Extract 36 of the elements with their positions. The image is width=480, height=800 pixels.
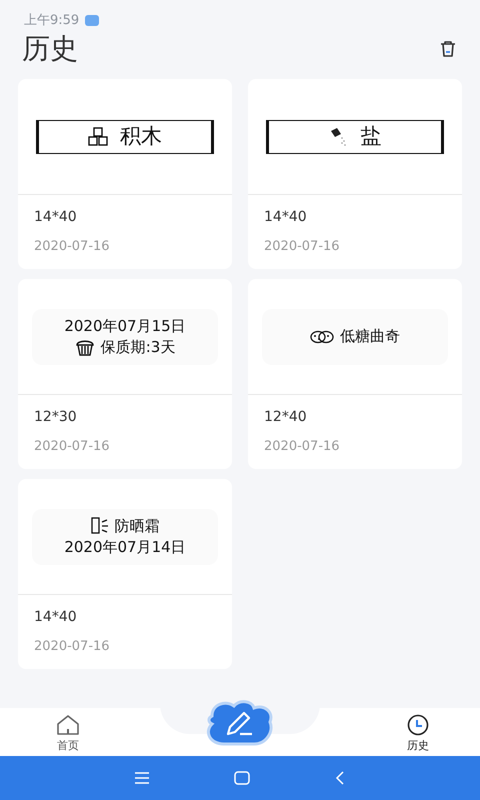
label-card[interactable]: 盐 14*40 2020-07-16 (248, 79, 462, 269)
menu-icon[interactable] (134, 772, 150, 784)
nav-tab[interactable]: 历史 (406, 708, 430, 756)
label-card[interactable]: 防晒霜 2020年07月14日 14*40 2020-07-16 (18, 479, 232, 669)
label-date: 2020-07-16 (264, 439, 341, 454)
label-date: 2020-07-16 (264, 239, 341, 254)
label-size: 14*40 (34, 609, 78, 625)
home-icon (56, 714, 80, 736)
label-date: 2020-07-16 (34, 439, 111, 454)
status-time: 上午9:59 (24, 12, 80, 29)
home-square-icon[interactable] (234, 771, 250, 785)
nav-tab[interactable]: 首页 (56, 708, 80, 756)
label-size: 12*40 (264, 409, 308, 425)
label-text: 防晒霜 (114, 516, 160, 536)
label-text: 盐 (360, 123, 382, 150)
label-text: 2020年07月14日 (64, 536, 186, 557)
page-title: 历史 (22, 31, 78, 67)
label-text: 积木 (120, 123, 162, 150)
label-date: 2020-07-16 (34, 239, 111, 254)
clock-icon (406, 714, 430, 736)
blocks-icon (88, 126, 108, 146)
label-size: 12*30 (34, 409, 78, 425)
label-card[interactable]: 积木 14*40 2020-07-16 (18, 79, 232, 269)
label-text: 保质期:3天 (100, 336, 176, 357)
label-card[interactable]: 2020年07月15日 保质期:3天 12*30 2020-07-16 (18, 279, 232, 469)
back-icon[interactable] (334, 771, 346, 785)
delete-icon[interactable] (438, 39, 458, 59)
cookies-icon (310, 330, 334, 344)
label-text: 低糖曲奇 (340, 326, 400, 347)
salt-shaker-icon (328, 126, 348, 146)
label-card[interactable]: 低糖曲奇 12*40 2020-07-16 (248, 279, 462, 469)
label-text: 2020年07月15日 (64, 316, 186, 336)
label-date: 2020-07-16 (34, 639, 111, 654)
label-size: 14*40 (34, 209, 78, 225)
label-size: 14*40 (264, 209, 308, 225)
sunscreen-icon (90, 517, 108, 536)
